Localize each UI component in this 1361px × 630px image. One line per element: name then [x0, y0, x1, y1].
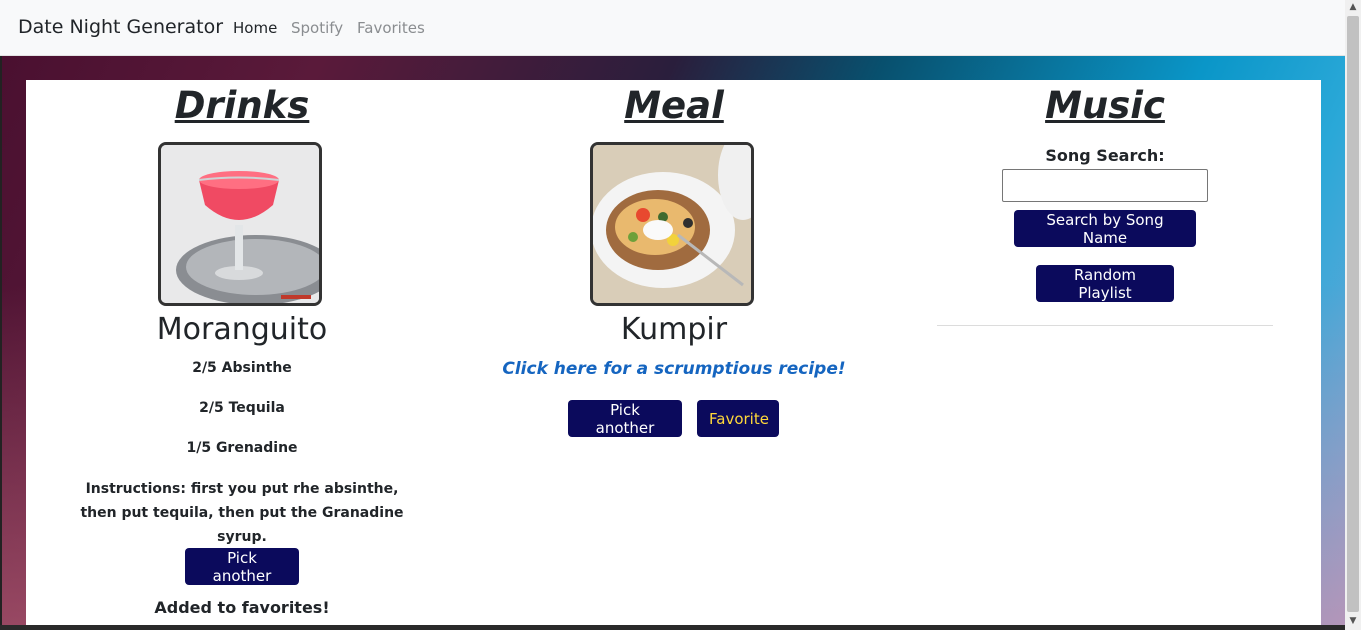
recipe-link[interactable]: Click here for a scrumptious recipe!	[464, 359, 884, 379]
favorite-button[interactable]: Favorite	[697, 400, 779, 437]
navbar: Date Night Generator Home Spotify Favori…	[0, 0, 1345, 56]
music-title: Music	[1045, 84, 1165, 127]
favorite-status: Added to favorites!	[154, 598, 330, 617]
meal-pick-another-button[interactable]: Pick another	[568, 400, 682, 437]
music-divider	[937, 325, 1273, 326]
drinks-title: Drinks	[174, 84, 310, 127]
nav-home[interactable]: Home	[233, 19, 277, 37]
drink-image	[158, 142, 322, 306]
ingredient-2: 2/5 Tequila	[199, 400, 285, 416]
main-panel: Drinks Moranguito 2/5 Absinthe 2/5 Tequi…	[26, 80, 1321, 630]
nav-spotify[interactable]: Spotify	[291, 19, 343, 37]
nav-favorites[interactable]: Favorites	[357, 19, 425, 37]
brand-title[interactable]: Date Night Generator	[18, 16, 223, 38]
cocktail-photo-icon	[161, 145, 319, 303]
meal-name: Kumpir	[620, 312, 728, 347]
taskbar-strip	[0, 625, 1345, 630]
song-search-input[interactable]	[1002, 169, 1208, 202]
song-search-label: Song Search:	[1045, 146, 1165, 165]
ingredient-3: 1/5 Grenadine	[186, 440, 298, 456]
ingredient-1: 2/5 Absinthe	[192, 360, 292, 376]
drink-name: Moranguito	[156, 312, 328, 347]
scrollbar-thumb[interactable]	[1347, 16, 1359, 612]
scroll-up-icon[interactable]: ▲	[1347, 0, 1359, 14]
meal-title: Meal	[624, 84, 724, 127]
drink-pick-another-button[interactable]: Pick another	[185, 548, 299, 585]
meal-image	[590, 142, 754, 306]
random-playlist-button[interactable]: Random Playlist	[1036, 265, 1174, 302]
baked-potato-photo-icon	[593, 145, 751, 303]
search-song-button[interactable]: Search by Song Name	[1014, 210, 1196, 247]
scroll-down-icon[interactable]: ▼	[1347, 614, 1359, 628]
drink-instructions: Instructions: first you put rhe absinthe…	[80, 481, 404, 545]
